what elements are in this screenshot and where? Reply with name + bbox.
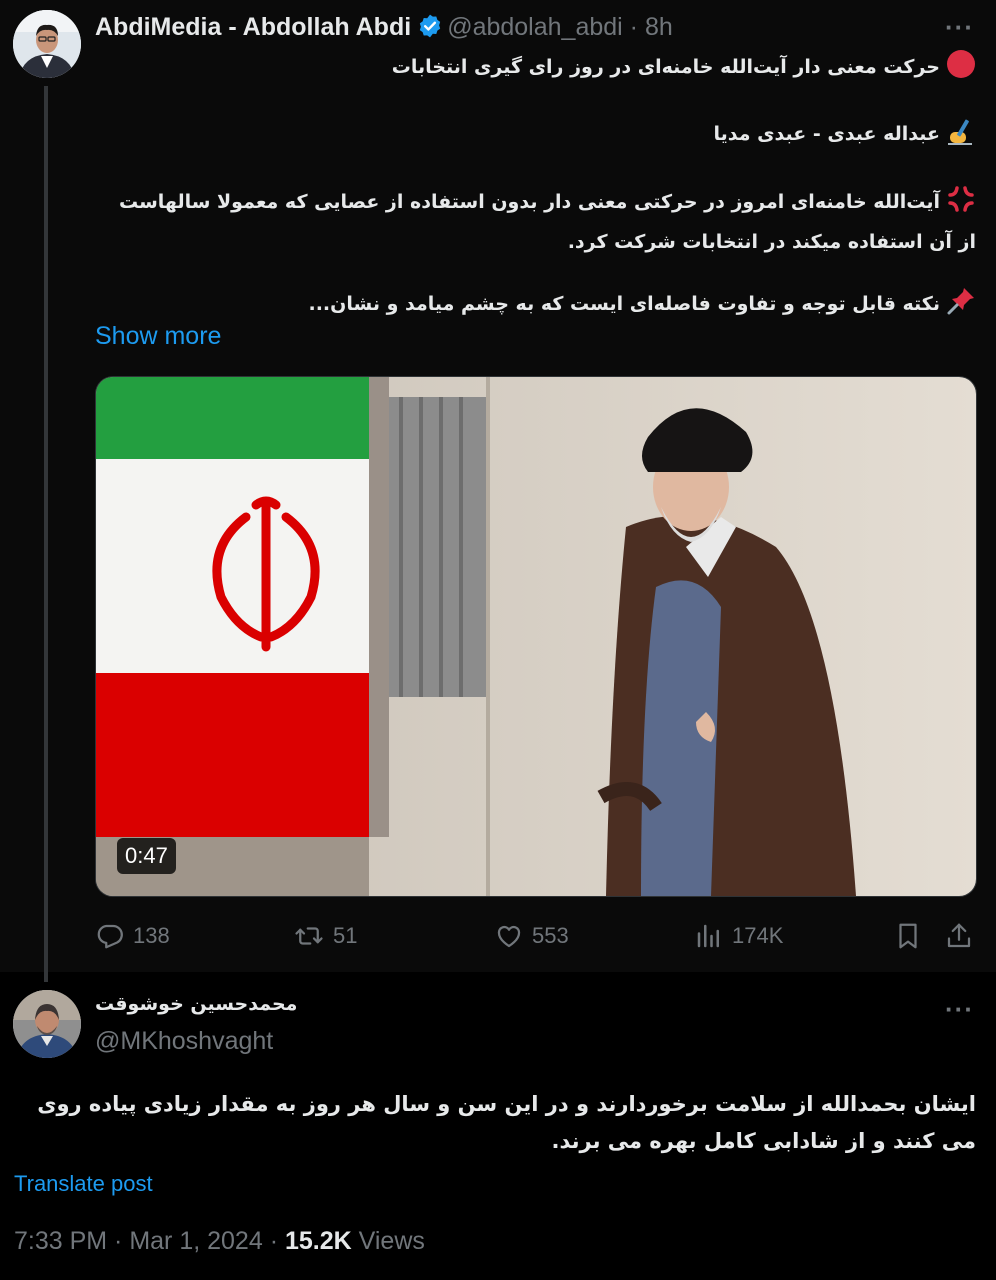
views-count: 174K (732, 923, 784, 948)
reply-meta: 7:33 PM · Mar 1, 2024 · 15.2K Views (14, 1227, 425, 1256)
repost-button[interactable]: 51 (293, 919, 357, 953)
tweet-line-1: حرکت معنی دار آیت‌الله خامنه‌ای در روز ر… (392, 49, 976, 90)
repost-count: 51 (333, 923, 358, 948)
author-avatar[interactable] (13, 10, 81, 78)
reply-button[interactable]: 138 (95, 919, 170, 953)
tweet-line-4: نکته قابل توجه و تفاوت فاصله‌ای ایست که … (309, 286, 977, 327)
anger-icon (946, 184, 976, 225)
reply-time[interactable]: 7:33 PM (14, 1227, 107, 1255)
author-handle[interactable]: @abdolah_abdi (447, 13, 623, 41)
red-circle-icon (946, 49, 976, 90)
tweet-time[interactable]: 8h (645, 13, 673, 41)
more-icon[interactable]: ··· (945, 12, 974, 43)
reply-icon (97, 924, 123, 949)
separator-dot: · (622, 13, 645, 41)
tweet-line-3-text: آیت‌الله خامنه‌ای امروز در حرکتی معنی دا… (118, 191, 976, 253)
views-button[interactable]: 174K (694, 919, 783, 953)
thread-line (44, 86, 48, 982)
like-icon (497, 925, 521, 948)
tweet-line-1-text: حرکت معنی دار آیت‌الله خامنه‌ای در روز ر… (391, 56, 940, 78)
reply-author-avatar[interactable] (13, 990, 81, 1058)
reply-views-label: Views (358, 1227, 425, 1255)
share-button[interactable] (944, 919, 982, 953)
reply-more-icon[interactable]: ··· (945, 994, 974, 1025)
video-thumbnail (96, 377, 976, 896)
reply-author-handle[interactable]: @MKhoshvaght (95, 1027, 273, 1056)
writing-hand-icon (946, 116, 976, 157)
meta-dot-2: · (262, 1227, 285, 1255)
views-icon (697, 924, 719, 948)
meta-dot-1: · (107, 1227, 130, 1255)
pushpin-icon (946, 286, 976, 327)
tweet-line-4-text: نکته قابل توجه و تفاوت فاصله‌ای ایست که … (308, 293, 941, 315)
video-player[interactable]: 0:47 (95, 376, 977, 897)
verified-icon (417, 13, 443, 46)
tweet-line-2: عبداله عبدی - عبدی مدیا (714, 116, 976, 157)
like-count: 553 (532, 923, 569, 948)
bookmark-icon (899, 923, 917, 949)
bookmark-button[interactable] (893, 919, 931, 953)
reply-body: ایشان بحمدالله از سلامت برخوردارند و در … (37, 1092, 976, 1153)
repost-icon (295, 927, 323, 945)
video-duration: 0:47 (117, 838, 176, 874)
tweet-line-2-text: عبداله عبدی - عبدی مدیا (713, 123, 940, 145)
tweet-header: AbdiMedia - Abdollah Abdi @abdolah_abdi ·… (95, 13, 673, 46)
like-button[interactable]: 553 (494, 919, 569, 953)
reply-author-name[interactable]: محمدحسین خوشوقت (95, 993, 297, 1015)
author-name[interactable]: AbdiMedia - Abdollah Abdi (95, 13, 411, 41)
reply-views-count: 15.2K (284, 1227, 352, 1255)
reply-count: 138 (133, 923, 170, 948)
translate-post-link[interactable]: Translate post (14, 1171, 153, 1197)
share-icon (947, 923, 971, 948)
show-more-link[interactable]: Show more (95, 322, 221, 351)
reply-date[interactable]: Mar 1, 2024 (129, 1227, 262, 1255)
tweet-line-3: آیت‌الله خامنه‌ای امروز در حرکتی معنی دا… (116, 184, 976, 259)
